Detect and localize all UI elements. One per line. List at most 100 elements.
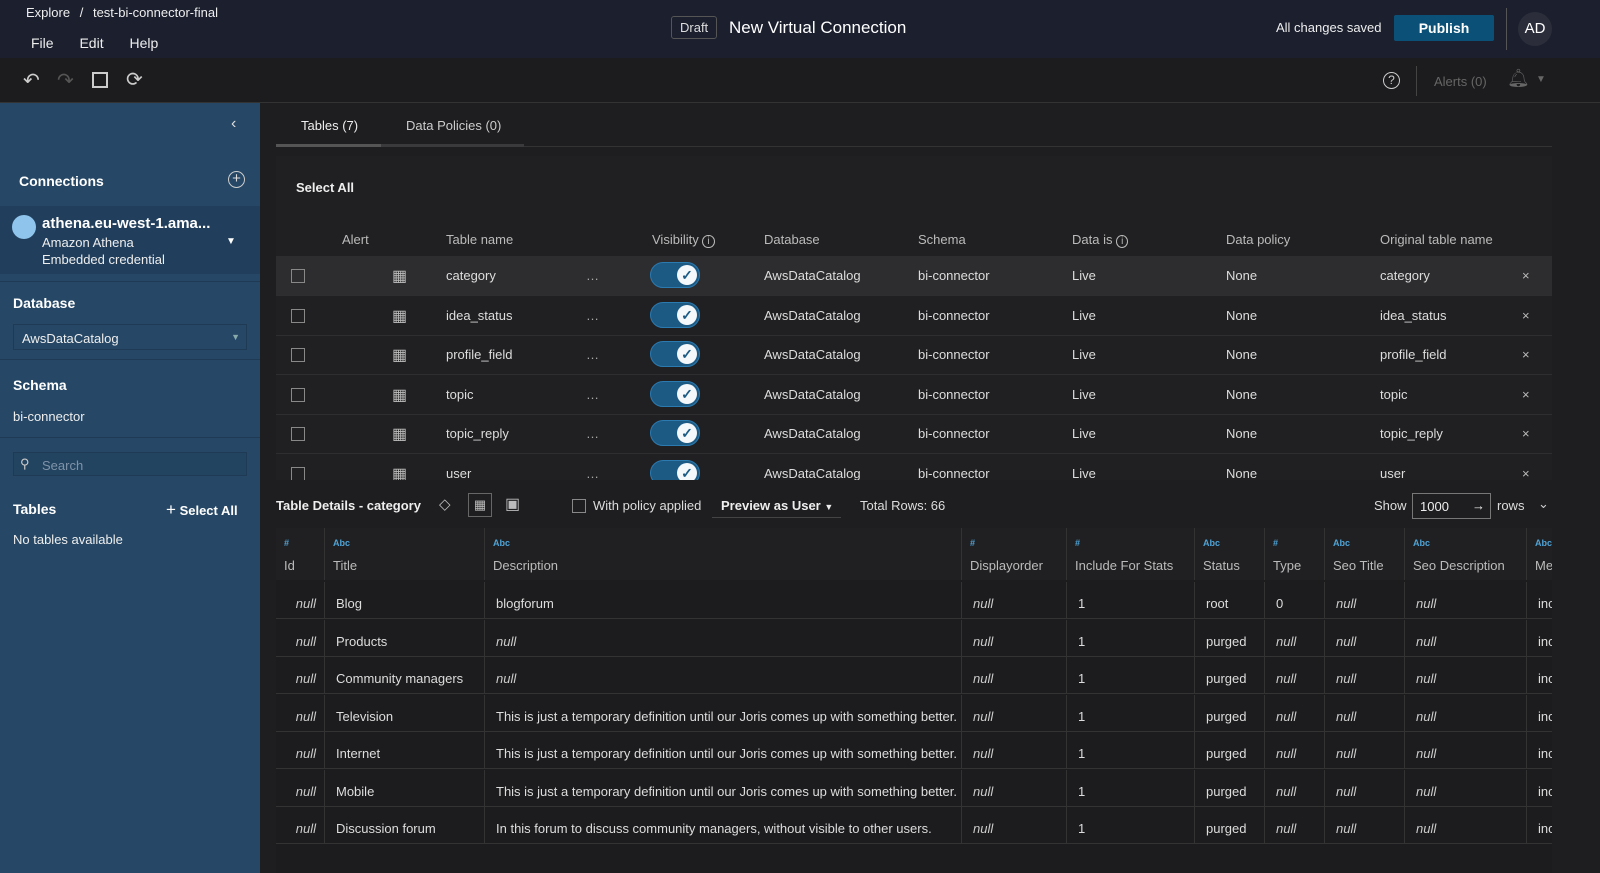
- menu-file[interactable]: File: [31, 35, 54, 51]
- remove-icon[interactable]: ×: [1522, 347, 1530, 362]
- visibility-toggle[interactable]: ✓: [650, 380, 700, 407]
- breadcrumb-explore[interactable]: Explore: [26, 5, 70, 20]
- remove-icon[interactable]: ×: [1522, 268, 1530, 283]
- table-row[interactable]: ▦ profile_field … ✓ AwsDataCatalog bi-connect…: [276, 335, 1552, 375]
- layout-icon[interactable]: ▣: [505, 494, 520, 514]
- row-checkbox[interactable]: [291, 348, 305, 362]
- table-row[interactable]: ▦ idea_status … ✓ AwsDataCatalog bi-connector…: [276, 296, 1552, 336]
- row-checkbox[interactable]: [291, 466, 305, 480]
- grid-cell: Blog: [325, 582, 485, 619]
- refresh-icon[interactable]: ⟳: [126, 67, 143, 92]
- row-checkbox[interactable]: [291, 387, 305, 402]
- table-row[interactable]: ▦ user … ✓ AwsDataCatalog bi-connector Live Non…: [276, 454, 1552, 481]
- column-header[interactable]: # Displayorder: [962, 528, 1067, 580]
- rows-input[interactable]: 1000 →: [1412, 493, 1491, 519]
- redo-icon[interactable]: ↷: [57, 68, 74, 93]
- publish-button[interactable]: Publish: [1394, 15, 1494, 41]
- grid-cell: null: [1265, 732, 1325, 769]
- grid-cell: null: [1405, 732, 1527, 769]
- more-options-icon[interactable]: …: [586, 387, 599, 402]
- row-checkbox[interactable]: [291, 308, 305, 323]
- with-policy-checkbox[interactable]: [572, 499, 586, 513]
- table-name[interactable]: user: [446, 466, 471, 481]
- no-tables-message: No tables available: [13, 532, 123, 547]
- select-all-button[interactable]: + Select All: [166, 500, 238, 520]
- table-name[interactable]: topic_reply: [446, 426, 509, 441]
- avatar[interactable]: AD: [1518, 12, 1552, 46]
- tab-tables[interactable]: Tables (7): [276, 103, 381, 147]
- table-row[interactable]: ▦ topic … ✓ AwsDataCatalog bi-connector Live No…: [276, 375, 1552, 415]
- select-all-tables-button[interactable]: Select All: [296, 180, 354, 195]
- save-icon[interactable]: [92, 72, 108, 88]
- tag-icon[interactable]: ◇: [439, 495, 451, 513]
- table-name[interactable]: profile_field: [446, 347, 513, 362]
- bell-icon[interactable]: 🔔︎: [1507, 68, 1530, 89]
- column-header[interactable]: Abc Seo Title: [1325, 528, 1405, 580]
- column-header[interactable]: Abc Status: [1195, 528, 1265, 580]
- more-options-icon[interactable]: …: [586, 426, 599, 441]
- add-connection-icon[interactable]: +: [228, 171, 245, 188]
- remove-icon[interactable]: ×: [1522, 387, 1530, 402]
- data-is-cell: Live: [1072, 465, 1096, 481]
- row-checkbox[interactable]: [291, 269, 305, 283]
- visibility-toggle[interactable]: ✓: [650, 262, 700, 288]
- page-title[interactable]: New Virtual Connection: [729, 18, 906, 38]
- schema-cell: bi-connector: [918, 386, 990, 402]
- table-name[interactable]: topic: [446, 387, 473, 402]
- arrow-right-icon[interactable]: →: [1472, 498, 1485, 513]
- info-icon[interactable]: i: [702, 235, 715, 248]
- search-placeholder: Search: [42, 458, 84, 473]
- table-name[interactable]: idea_status: [446, 308, 513, 323]
- column-header[interactable]: Abc Description: [485, 528, 962, 580]
- table-name[interactable]: category: [446, 268, 496, 283]
- tab-data-policies[interactable]: Data Policies (0): [381, 103, 524, 147]
- grid-cell: 1: [1067, 619, 1195, 657]
- grid-cell: Mobile: [325, 769, 485, 807]
- undo-icon[interactable]: ↶: [23, 68, 40, 93]
- column-header[interactable]: Abc Title: [325, 528, 485, 580]
- top-bar: Explore / test-bi-connector-final File E…: [0, 0, 1600, 58]
- menu-edit[interactable]: Edit: [79, 35, 103, 51]
- database-select[interactable]: AwsDataCatalog ▼: [13, 324, 247, 350]
- remove-icon[interactable]: ×: [1522, 308, 1530, 323]
- more-options-icon[interactable]: …: [586, 308, 599, 323]
- remove-icon[interactable]: ×: [1522, 466, 1530, 481]
- grid-cell: Discussion forum: [325, 807, 485, 844]
- info-icon[interactable]: i: [1116, 235, 1129, 248]
- caret-down-icon[interactable]: ▼: [226, 236, 236, 247]
- alerts-button[interactable]: Alerts (0): [1434, 74, 1487, 89]
- column-header[interactable]: Abc Me: [1527, 528, 1552, 580]
- collapse-icon[interactable]: ‹: [231, 115, 236, 133]
- search-input[interactable]: ⚲ Search: [13, 452, 247, 476]
- visibility-toggle[interactable]: ✓: [650, 420, 700, 446]
- menu-help[interactable]: Help: [129, 35, 158, 51]
- chevron-down-icon[interactable]: ⌄: [1538, 496, 1549, 512]
- divider: [0, 437, 260, 438]
- help-icon[interactable]: ?: [1383, 72, 1400, 89]
- column-header[interactable]: Abc Seo Description: [1405, 528, 1527, 580]
- column-header[interactable]: # Type: [1265, 528, 1325, 580]
- connection-item[interactable]: athena.eu-west-1.ama... Amazon Athena Em…: [0, 206, 260, 274]
- row-checkbox[interactable]: [291, 427, 305, 441]
- grid-cell: null: [1325, 732, 1405, 769]
- more-options-icon[interactable]: …: [586, 268, 599, 283]
- table-icon: ▦: [392, 307, 408, 325]
- preview-as-select[interactable]: Preview as User ▼: [712, 490, 842, 518]
- column-header[interactable]: # Include For Stats: [1067, 528, 1195, 580]
- table-row[interactable]: ▦ category … ✓ AwsDataCatalog bi-connector Liv…: [276, 256, 1552, 296]
- grid-cell: null: [962, 807, 1067, 844]
- chevron-down-icon[interactable]: ▼: [1536, 74, 1546, 85]
- more-options-icon[interactable]: …: [586, 466, 599, 481]
- grid-cell: root: [1195, 582, 1265, 619]
- column-header[interactable]: # Id: [276, 528, 325, 580]
- visibility-toggle[interactable]: ✓: [650, 459, 700, 480]
- visibility-toggle[interactable]: ✓: [650, 341, 700, 367]
- with-policy-label: With policy applied: [593, 498, 702, 513]
- grid-view-icon[interactable]: ▦: [468, 493, 492, 517]
- database-cell: AwsDataCatalog: [764, 347, 861, 362]
- remove-icon[interactable]: ×: [1522, 426, 1530, 441]
- schema-cell: bi-connector: [918, 347, 990, 362]
- more-options-icon[interactable]: …: [586, 347, 599, 362]
- visibility-toggle[interactable]: ✓: [650, 301, 700, 328]
- table-row[interactable]: ▦ topic_reply … ✓ AwsDataCatalog bi-connector…: [276, 414, 1552, 454]
